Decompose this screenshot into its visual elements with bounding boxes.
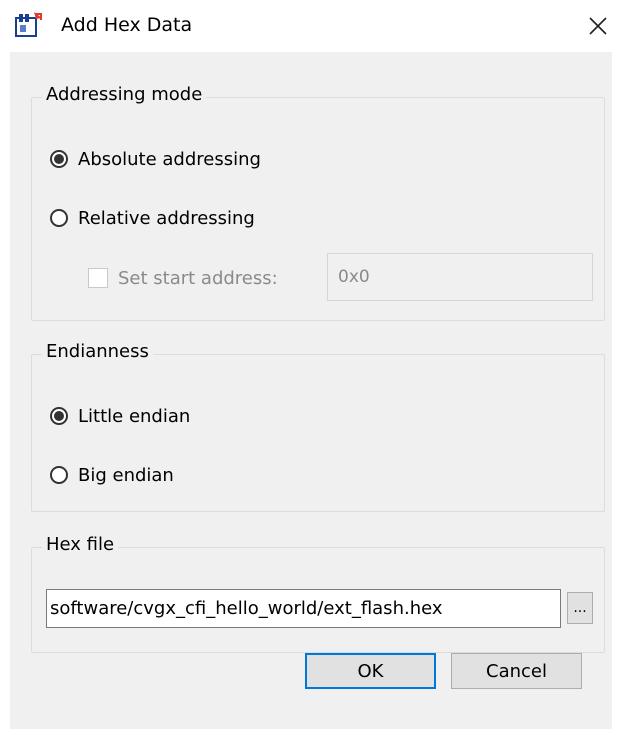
relative-addressing-label: Relative addressing	[78, 207, 255, 229]
ok-button[interactable]: OK	[305, 653, 436, 689]
radio-indicator[interactable]	[50, 466, 68, 484]
endianness-group: Endianness Little endian Big endian	[31, 341, 605, 512]
little-endian-label: Little endian	[78, 405, 191, 427]
checkbox-indicator[interactable]	[88, 268, 108, 288]
endianness-legend: Endianness	[42, 341, 153, 362]
radio-indicator[interactable]	[50, 407, 68, 425]
relative-addressing-radio[interactable]: Relative addressing	[50, 205, 255, 231]
hex-file-group: Hex file software/cvgx_cfi_hello_world/e…	[31, 534, 605, 653]
window-title: Add Hex Data	[61, 14, 193, 36]
hex-file-path-input[interactable]: software/cvgx_cfi_hello_world/ext_flash.…	[46, 589, 561, 628]
set-start-address-checkbox[interactable]: Set start address:	[88, 265, 278, 291]
big-endian-radio[interactable]: Big endian	[50, 462, 174, 488]
absolute-addressing-radio[interactable]: Absolute addressing	[50, 146, 261, 172]
dialog-body: Addressing mode Absolute addressing Rela…	[10, 52, 612, 729]
browse-button[interactable]: ...	[567, 592, 593, 624]
addressing-mode-legend: Addressing mode	[42, 84, 207, 105]
cancel-button[interactable]: Cancel	[451, 653, 582, 689]
absolute-addressing-label: Absolute addressing	[78, 148, 261, 170]
radio-indicator[interactable]	[50, 209, 68, 227]
hex-file-legend: Hex file	[42, 534, 119, 555]
start-address-input[interactable]: 0x0	[327, 253, 593, 301]
little-endian-radio[interactable]: Little endian	[50, 403, 190, 429]
close-icon	[589, 17, 607, 35]
title-bar: Add Hex Data	[0, 0, 622, 52]
big-endian-label: Big endian	[78, 464, 174, 486]
app-icon	[14, 10, 44, 40]
set-start-address-label: Set start address:	[118, 267, 278, 289]
radio-indicator[interactable]	[50, 150, 68, 168]
close-button[interactable]	[576, 6, 620, 46]
addressing-mode-group: Addressing mode Absolute addressing Rela…	[31, 84, 605, 321]
